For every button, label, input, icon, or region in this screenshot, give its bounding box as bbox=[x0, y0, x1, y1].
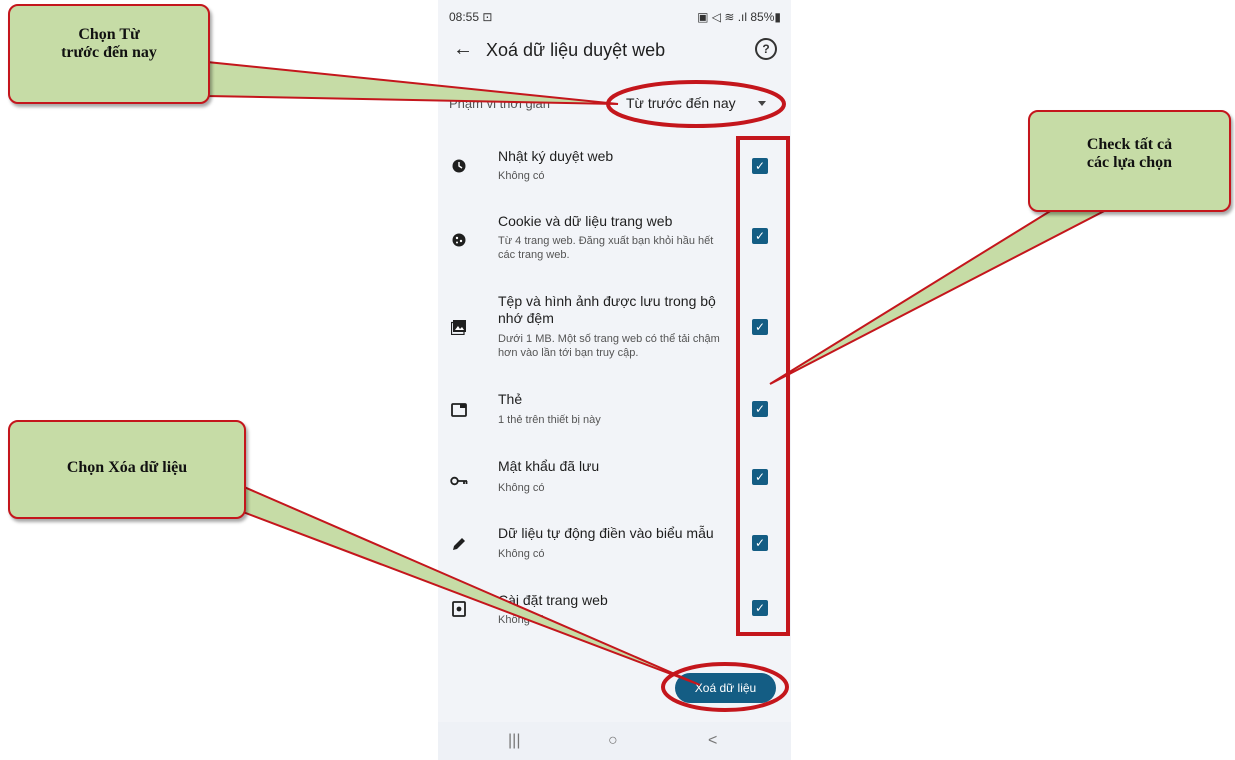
cookie-icon bbox=[450, 231, 468, 249]
callout-text: các lựa chọn bbox=[1086, 154, 1173, 171]
option-cached-files[interactable]: Tệp và hình ảnh được lưu trong bộ nhớ đệ… bbox=[438, 293, 791, 363]
callout-delete-data: Chọn Xóa dữ liệu bbox=[8, 420, 246, 519]
checkbox-autofill[interactable]: ✓ bbox=[752, 535, 768, 551]
time-range-row[interactable]: Phạm vi thời gian Từ trước đến nay bbox=[438, 92, 791, 116]
pen-icon bbox=[450, 535, 468, 553]
option-title: Thẻ bbox=[498, 391, 523, 407]
callout-text: Check tất cả bbox=[1086, 136, 1173, 153]
option-site-settings[interactable]: Cài đặt trang web Không có ✓ bbox=[438, 592, 791, 632]
help-icon[interactable]: ? bbox=[755, 38, 777, 60]
option-browsing-history[interactable]: Nhật ký duyệt web Không có ✓ bbox=[438, 146, 791, 196]
system-nav-bar: ||| ○ < bbox=[438, 722, 791, 760]
option-title: Nhật ký duyệt web bbox=[498, 148, 614, 164]
clock-icon bbox=[450, 157, 468, 175]
recent-apps-button[interactable]: ||| bbox=[508, 732, 520, 750]
option-subtitle: Không có bbox=[498, 170, 545, 182]
checkbox-site-settings[interactable]: ✓ bbox=[752, 600, 768, 616]
dropdown-arrow-icon[interactable] bbox=[758, 101, 766, 106]
status-indicators: ▣ ◁ ≋ .ıl 85%▮ bbox=[697, 10, 781, 24]
option-autofill[interactable]: Dữ liệu tự động điền vào biểu mẫu Không … bbox=[438, 525, 791, 565]
option-title: Dữ liệu tự động điền vào biểu mẫu bbox=[498, 525, 714, 541]
nav-back-button[interactable]: < bbox=[708, 732, 717, 750]
option-subtitle: Không có bbox=[498, 614, 545, 626]
callout-text: Chọn Xóa dữ liệu bbox=[66, 459, 188, 476]
status-time: 08:55 ⊡ bbox=[449, 10, 493, 24]
time-range-select[interactable]: Từ trước đến nay bbox=[626, 95, 736, 111]
option-subtitle: Không có bbox=[498, 482, 545, 494]
page-title: Xoá dữ liệu duyệt web bbox=[486, 40, 666, 60]
settings-icon bbox=[450, 600, 468, 618]
option-saved-passwords[interactable]: Mật khẩu đã lưu Không có ✓ bbox=[438, 458, 791, 498]
checkbox-saved-passwords[interactable]: ✓ bbox=[752, 469, 768, 485]
option-title: Cookie và dữ liệu trang web bbox=[498, 213, 673, 229]
phone-screen: 08:55 ⊡ ▣ ◁ ≋ .ıl 85%▮ ← Xoá dữ liệu duy… bbox=[438, 0, 791, 760]
option-subtitle: Từ 4 trang web. Đăng xuất bạn khỏi hầu h… bbox=[498, 235, 714, 261]
time-range-label: Phạm vi thời gian bbox=[449, 96, 551, 111]
image-icon bbox=[450, 318, 468, 336]
key-icon bbox=[450, 472, 468, 490]
option-subtitle: Dưới 1 MB. Một số trang web có thể tải c… bbox=[498, 333, 720, 359]
home-button[interactable]: ○ bbox=[608, 732, 618, 750]
checkbox-cookies[interactable]: ✓ bbox=[752, 228, 768, 244]
callout-text: Chọn Từ bbox=[78, 26, 140, 43]
callout-select-range: Chọn Từ trước đến nay bbox=[8, 4, 210, 104]
callout-check-all: Check tất cả các lựa chọn bbox=[1028, 110, 1231, 212]
option-title: Mật khẩu đã lưu bbox=[498, 458, 600, 474]
back-arrow-icon[interactable]: ← bbox=[453, 38, 473, 61]
option-cookies[interactable]: Cookie và dữ liệu trang web Từ 4 trang w… bbox=[438, 213, 791, 273]
app-bar: ← Xoá dữ liệu duyệt web ? bbox=[438, 34, 791, 70]
option-subtitle: Không có bbox=[498, 548, 545, 560]
option-title: Tệp và hình ảnh được lưu trong bộ nhớ đệ… bbox=[498, 293, 716, 326]
option-title: Cài đặt trang web bbox=[498, 592, 608, 608]
option-subtitle: 1 thẻ trên thiết bị này bbox=[498, 414, 601, 426]
callout-text: trước đến nay bbox=[61, 44, 157, 61]
option-tabs[interactable]: Thẻ 1 thẻ trên thiết bị này ✓ bbox=[438, 391, 791, 431]
status-bar: 08:55 ⊡ ▣ ◁ ≋ .ıl 85%▮ bbox=[449, 10, 781, 26]
checkbox-browsing-history[interactable]: ✓ bbox=[752, 158, 768, 174]
check-callout-pointer bbox=[769, 203, 1114, 385]
tab-icon bbox=[450, 401, 468, 419]
checkbox-cached-files[interactable]: ✓ bbox=[752, 319, 768, 335]
delete-data-button[interactable]: Xoá dữ liệu bbox=[675, 673, 776, 703]
checkbox-tabs[interactable]: ✓ bbox=[752, 401, 768, 417]
